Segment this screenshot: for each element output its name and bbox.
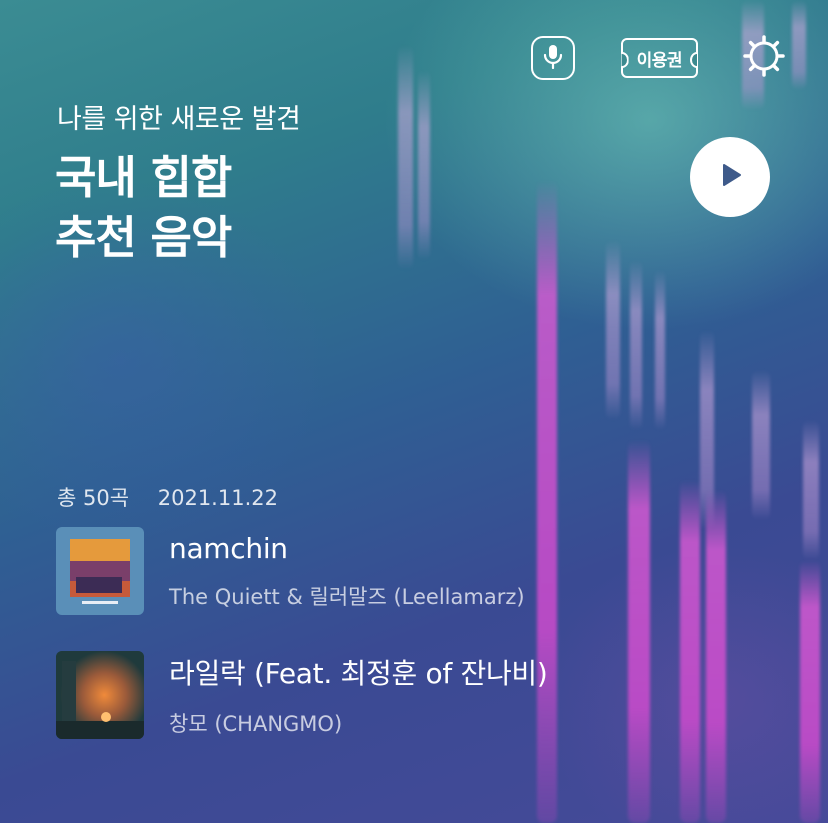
voice-search-button[interactable] (530, 36, 575, 80)
track-title: 라일락 (Feat. 최정훈 of 잔나비) (169, 657, 548, 690)
track-count: 총 50곡 (57, 486, 130, 510)
track-item-lilac[interactable]: 라일락 (Feat. 최정훈 of 잔나비) 창모 (CHANGMO) (56, 651, 548, 739)
track-item-namchin[interactable]: namchin The Quiett & 릴러말즈 (Leellamarz) (56, 527, 525, 615)
mic-icon (542, 43, 564, 73)
album-cover (56, 651, 144, 739)
settings-button[interactable] (742, 34, 786, 82)
track-artist: 창모 (CHANGMO) (169, 712, 343, 736)
playlist-title: 국내 힙합 추천 음악 (55, 148, 232, 268)
updated-date: 2021.11.22 (157, 486, 278, 510)
subscription-ticket-button[interactable]: 이용권 (620, 38, 698, 78)
playlist-title-line-1: 국내 힙합 (55, 151, 232, 204)
playlist-subtitle: 나를 위한 새로운 발견 (57, 104, 301, 135)
play-icon (715, 160, 745, 194)
playlist-title-line-2: 추천 음악 (55, 211, 232, 264)
ticket-label: 이용권 (636, 50, 683, 71)
play-all-button[interactable] (690, 137, 770, 217)
gear-icon (742, 34, 786, 82)
track-artist: The Quiett & 릴러말즈 (Leellamarz) (169, 584, 525, 609)
album-cover (56, 527, 144, 615)
track-title: namchin (169, 531, 288, 565)
top-toolbar: 이용권 (530, 34, 786, 82)
playlist-meta: 총 50곡 2021.11.22 (57, 482, 278, 512)
